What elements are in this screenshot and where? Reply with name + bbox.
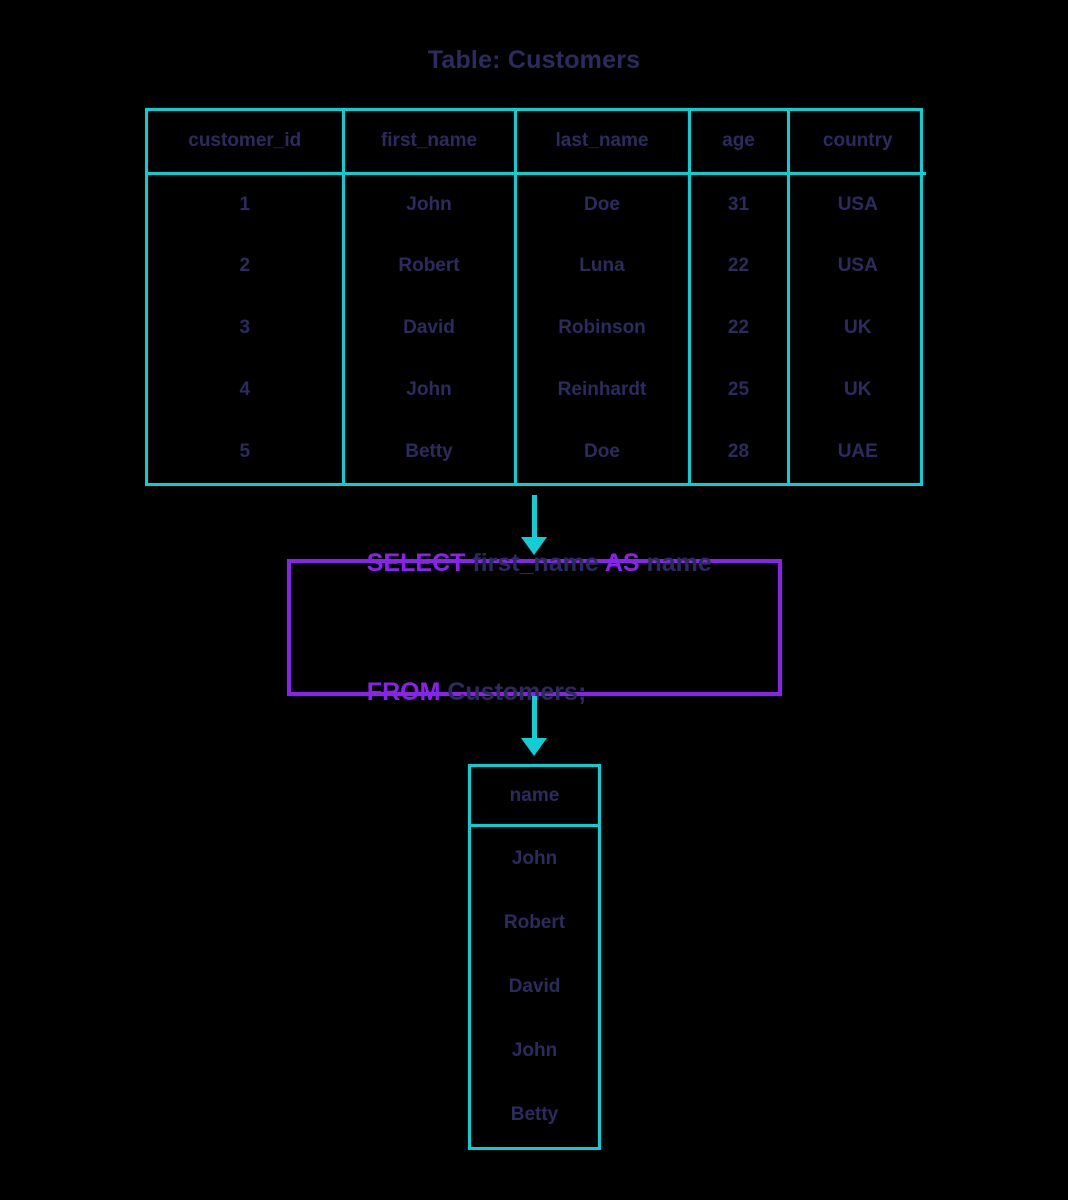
result-table-header-row: name [471,767,598,827]
sql-alias-name: name [639,548,712,577]
cell-age: 31 [689,173,790,235]
table-row: 5 Betty Doe 28 UAE [148,421,926,483]
arrow-head [521,738,547,756]
cell-customer-id: 5 [148,421,345,483]
cell-customer-id: 3 [148,297,345,359]
cell-first-name: John [343,359,517,421]
cell-customer-id: 4 [148,359,345,421]
sql-identifier-first-name: first_name [465,548,605,577]
column-header-name: name [471,767,598,827]
table-row: Robert [471,891,598,955]
result-table-grid: name John Robert David John Betty [471,767,598,1147]
cell-last-name: Doe [515,421,691,483]
result-table: name John Robert David John Betty [468,764,601,1150]
cell-last-name: Doe [515,173,691,235]
sql-query-line-1: SELECT first_name AS name [339,499,778,628]
cell-country: USA [837,255,878,276]
cell-country: USA [837,193,878,215]
cell-age: 22 [689,235,790,297]
column-header-country: country [788,111,926,175]
cell-name: Robert [503,912,566,933]
cell-last-name: Reinhardt [515,359,691,421]
cell-customer-id: 2 [148,235,345,297]
table-row: John [471,826,598,892]
table-row: Betty [471,1083,598,1147]
cell-name: John [511,848,558,869]
sql-query-box: SELECT first_name AS name FROM Customers… [287,549,782,706]
table-row: 3 David Robinson 22 UK [148,297,926,359]
cell-name: David [508,976,561,997]
arrow-down-icon [514,696,554,758]
cell-customer-id: 1 [148,173,345,235]
cell-name: Betty [510,1104,559,1125]
table-row: David [471,955,598,1019]
source-table-grid: customer_id first_name last_name age cou… [148,111,926,483]
source-table-head: customer_id first_name last_name age cou… [148,111,926,175]
page-title: Table: Customers [427,46,641,74]
cell-age: 25 [689,359,790,421]
sql-keyword-from: FROM [366,677,441,706]
table-row: 4 John Reinhardt 25 UK [148,359,926,421]
source-table-body: 1 John Doe 31 USA 2 Robert Luna 22 USA 3… [148,173,926,483]
arrow-shaft [532,696,537,740]
cell-last-name: Luna [515,235,691,297]
sql-keyword-as: AS [604,548,640,577]
cell-first-name: David [343,297,517,359]
cell-country: UAE [837,441,878,462]
cell-first-name: Betty [343,421,517,483]
sql-keyword-select: SELECT [366,548,466,577]
cell-first-name: John [343,173,517,235]
result-table-head: name [471,767,598,827]
column-header-last-name: last_name [515,111,691,175]
result-table-body: John Robert David John Betty [471,826,598,1148]
source-table: customer_id first_name last_name age cou… [145,108,926,486]
source-table-header-row: customer_id first_name last_name age cou… [148,111,926,175]
sql-query-line-2: FROM Customers; [339,628,778,757]
cell-last-name: Robinson [515,297,691,359]
table-row: 2 Robert Luna 22 USA [148,235,926,297]
cell-age: 28 [689,421,790,483]
column-header-age: age [689,111,790,175]
table-row: John [471,1019,598,1083]
cell-name: John [511,1040,558,1061]
table-row: 1 John Doe 31 USA [148,173,926,235]
cell-country: UK [844,379,872,400]
cell-first-name: Robert [343,235,517,297]
column-header-customer-id: customer_id [148,111,345,175]
cell-age: 22 [689,297,790,359]
cell-country: UK [844,317,872,338]
column-header-first-name: first_name [343,111,517,175]
